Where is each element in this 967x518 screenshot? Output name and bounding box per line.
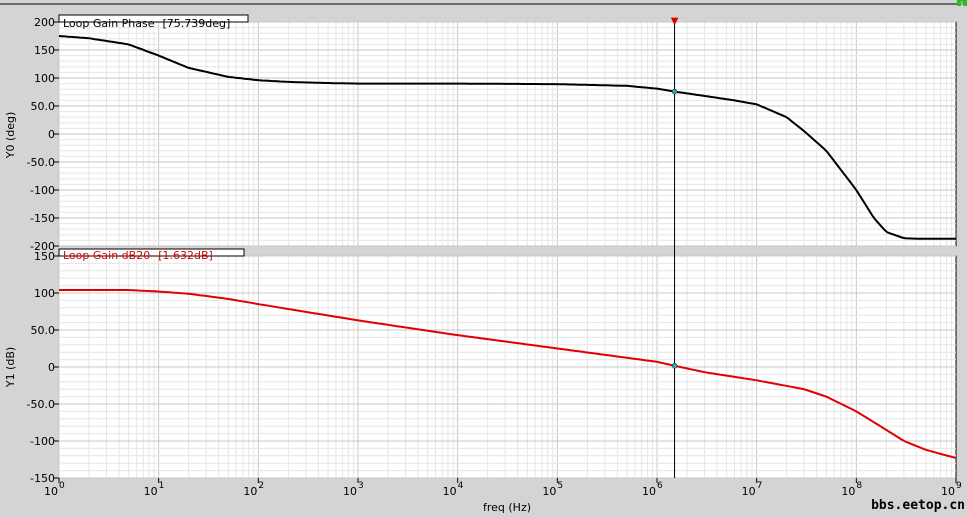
- x-tick-base: 10: [243, 485, 257, 498]
- x-tick-exponent: 7: [757, 481, 763, 491]
- x-tick-exponent: 3: [358, 481, 364, 491]
- gain-y-tick-label: -100: [30, 435, 55, 448]
- waveform-window: 1 200 150 100 50.0 0 -50.0 -100 -150 -200 150 100…: [0, 0, 967, 514]
- phase-y-tick-label: 150: [34, 44, 55, 57]
- phase-y-axis-label: Y0 (deg): [4, 112, 17, 160]
- gain-y-tick-label: -150: [30, 472, 55, 485]
- x-tick-exponent: 9: [956, 481, 962, 491]
- gain-y-tick-label: 150: [34, 250, 55, 263]
- gain-y-tick-label: 100: [34, 287, 55, 300]
- phase-grid: [58, 21, 956, 247]
- x-tick-base: 10: [144, 485, 158, 498]
- phase-y-tick-label: 50.0: [31, 100, 56, 113]
- x-tick-exponent: 4: [458, 481, 464, 491]
- phase-y-tick-label: 0: [48, 128, 55, 141]
- x-tick-base: 10: [443, 485, 457, 498]
- phase-y-tick-label: -100: [30, 184, 55, 197]
- phase-trace-label[interactable]: Loop Gain Phase [75.739deg]: [63, 17, 230, 30]
- phase-y-ticks: 20015010050.00-50.0-100-150-200: [27, 16, 59, 253]
- gain-y-tick-label: 50.0: [31, 324, 56, 337]
- cursor-marker-icon[interactable]: ▼: [671, 16, 679, 27]
- x-tick-base: 10: [44, 485, 58, 498]
- x-tick-base: 10: [642, 485, 656, 498]
- phase-y-tick-label: 200: [34, 16, 55, 29]
- phase-y-tick-label: -50.0: [27, 156, 55, 169]
- x-tick-base: 10: [343, 485, 357, 498]
- gain-y-axis-label: Y1 (dB): [4, 347, 17, 388]
- x-tick-base: 10: [742, 485, 756, 498]
- x-tick-base: 10: [941, 485, 955, 498]
- watermark-text: bbs.eetop.cn: [871, 498, 965, 513]
- gain-cursor-point: [671, 363, 678, 369]
- x-tick-base: 10: [841, 485, 855, 498]
- gain-y-tick-label: -50.0: [27, 398, 55, 411]
- x-tick-exponent: 6: [657, 481, 663, 491]
- gain-trace-label[interactable]: Loop Gain dB20 [1.632dB]: [63, 249, 213, 262]
- x-tick-base: 10: [542, 485, 556, 498]
- x-axis-label: freq (Hz): [483, 501, 531, 514]
- corner-badge-label: 1: [960, 1, 964, 8]
- gain-y-tick-label: 0: [48, 361, 55, 374]
- x-tick-exponent: 1: [159, 481, 165, 491]
- phase-y-tick-label: -150: [30, 212, 55, 225]
- phase-y-tick-label: 100: [34, 72, 55, 85]
- x-tick-exponent: 0: [59, 481, 65, 491]
- freq-x-ticks: 10 0 10 1 10 2 10 3 10 4 10 5 10 6 10 7 10 8 10 9: [44, 478, 962, 498]
- x-tick-exponent: 5: [557, 481, 563, 491]
- x-tick-exponent: 8: [856, 481, 862, 491]
- gain-y-ticks: 150 100 50.0 0 -50.0 -100 -150: [27, 250, 59, 485]
- bode-plot: 1 20015010050.00-50.0-100-150-200 150100…: [0, 0, 967, 514]
- x-tick-exponent: 2: [258, 481, 264, 491]
- phase-cursor-point: [671, 88, 678, 95]
